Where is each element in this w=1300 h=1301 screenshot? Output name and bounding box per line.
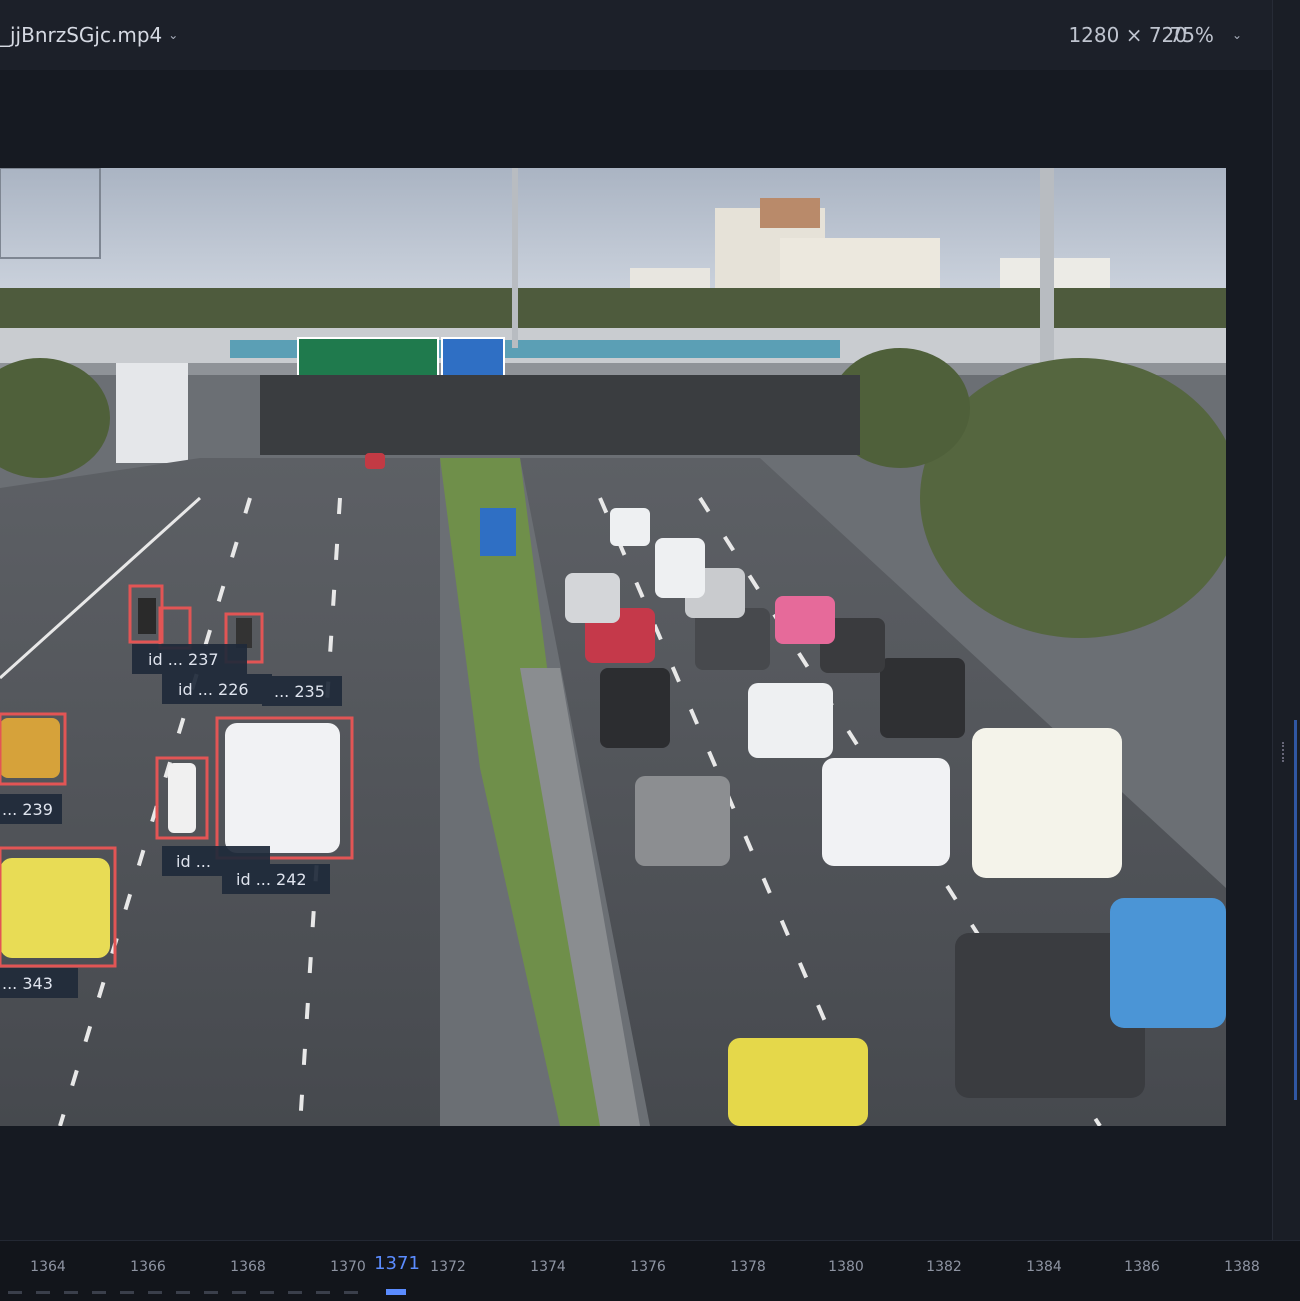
detection-label-242: id ... 242 bbox=[236, 870, 307, 889]
toolbar: _jjBnrzSGjc.mp4 ⌄ 1280 × 720 75% ⌄ bbox=[0, 0, 1272, 71]
traffic-scene: id ... 237 id ... 226 ... 235 ... 239 id… bbox=[0, 168, 1226, 1126]
timeline-tick: 1372 bbox=[430, 1259, 466, 1275]
playhead[interactable] bbox=[386, 1289, 406, 1295]
frame-ruler[interactable] bbox=[0, 1285, 1300, 1301]
timeline-tick: 1382 bbox=[926, 1259, 962, 1275]
detection-label-239: ... 239 bbox=[2, 800, 53, 819]
chevron-down-icon: ⌄ bbox=[1231, 28, 1242, 42]
current-frame-marker[interactable]: 1371 bbox=[374, 1253, 420, 1274]
zoom-select[interactable]: 75% ⌄ bbox=[1169, 20, 1242, 50]
timeline-tick: 1374 bbox=[530, 1259, 566, 1275]
detection-label-235: ... 235 bbox=[274, 682, 325, 701]
resize-handle[interactable] bbox=[1282, 742, 1288, 762]
timeline-tick: 1364 bbox=[30, 1259, 66, 1275]
detection-label-343: ... 343 bbox=[2, 974, 53, 993]
timeline-tick: 1388 bbox=[1224, 1259, 1260, 1275]
timeline-tick: 1368 bbox=[230, 1259, 266, 1275]
file-selector[interactable]: _jjBnrzSGjc.mp4 ⌄ bbox=[0, 20, 178, 50]
timeline-tick: 1386 bbox=[1124, 1259, 1160, 1275]
chevron-down-icon: ⌄ bbox=[168, 28, 179, 42]
timeline-tick: 1380 bbox=[828, 1259, 864, 1275]
detection-label-unknown: id ... bbox=[176, 852, 211, 871]
timeline-tick: 1378 bbox=[730, 1259, 766, 1275]
video-frame[interactable]: id ... 237 id ... 226 ... 235 ... 239 id… bbox=[0, 168, 1226, 1126]
detection-label-226: id ... 226 bbox=[178, 680, 249, 699]
timeline-tick: 1384 bbox=[1026, 1259, 1062, 1275]
timeline-tick: 1376 bbox=[630, 1259, 666, 1275]
panel-edge-highlight bbox=[1294, 720, 1297, 1100]
frame-timeline[interactable]: 1364 1366 1368 1370 1371 1372 1374 1376 … bbox=[0, 1240, 1300, 1301]
file-name: _jjBnrzSGjc.mp4 bbox=[0, 23, 163, 47]
detection-label-237: id ... 237 bbox=[148, 650, 219, 669]
zoom-value: 75% bbox=[1169, 23, 1214, 47]
timeline-tick: 1366 bbox=[130, 1259, 166, 1275]
timeline-tick: 1370 bbox=[330, 1259, 366, 1275]
